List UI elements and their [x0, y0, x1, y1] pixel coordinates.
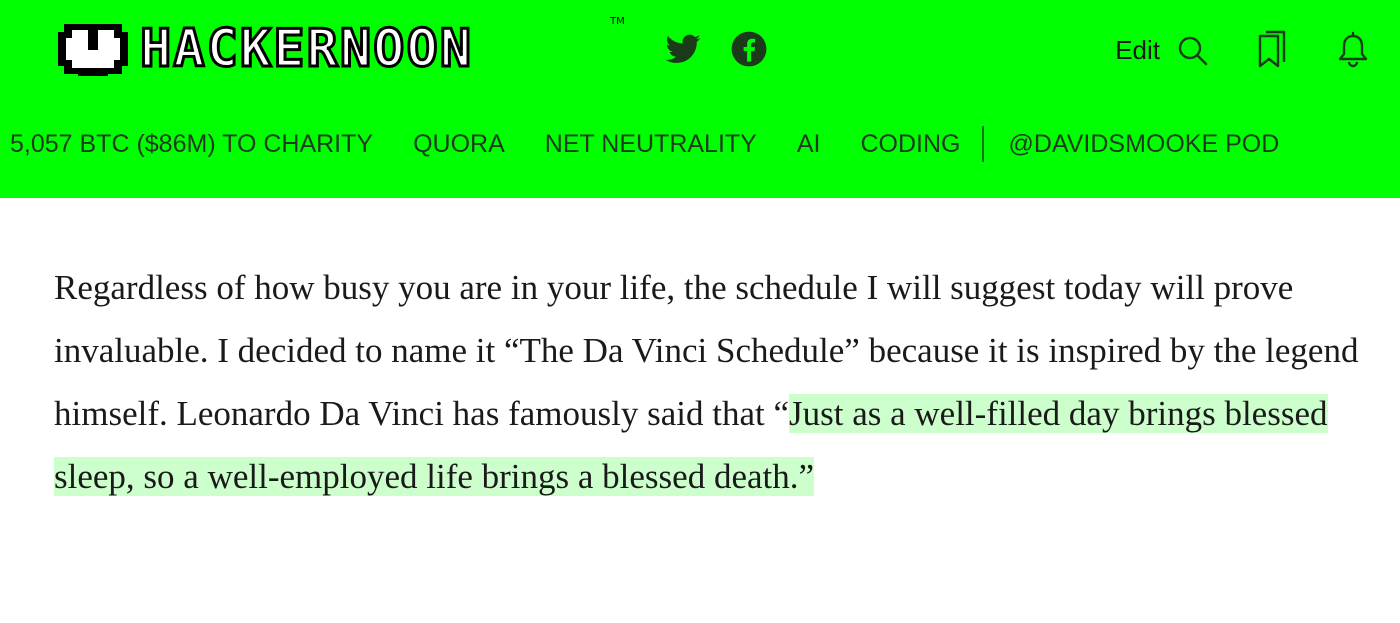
hackernoon-logo-icon: [58, 24, 128, 76]
social-links: [664, 30, 768, 68]
header-actions: Edit: [1115, 28, 1370, 72]
search-icon[interactable]: [1176, 30, 1210, 70]
nav-divider: [982, 126, 985, 162]
facebook-icon: [731, 31, 767, 67]
notifications-bell-icon[interactable]: [1336, 30, 1370, 70]
nav-item-davidsmooke-pod[interactable]: @DAVIDSMOOKE POD: [1008, 130, 1279, 159]
hackernoon-logo[interactable]: HACKERNOON: [56, 14, 473, 84]
nav-item-btc-charity[interactable]: 5,057 BTC ($86M) TO CHARITY: [10, 130, 373, 159]
nav-item-coding[interactable]: CODING: [860, 130, 960, 159]
edit-link[interactable]: Edit: [1115, 35, 1160, 66]
topic-nav: 5,057 BTC ($86M) TO CHARITY QUORA NET NE…: [0, 124, 1319, 164]
nav-item-quora[interactable]: QUORA: [413, 130, 505, 159]
site-header: HACKERNOON TM Edit 5,057 BTC ($86M) TO C…: [0, 0, 1400, 198]
nav-item-net-neutrality[interactable]: NET NEUTRALITY: [545, 130, 757, 159]
article-paragraph: Regardless of how busy you are in your l…: [54, 256, 1394, 508]
trademark-mark: TM: [610, 16, 625, 27]
twitter-link[interactable]: [664, 30, 702, 68]
bookmarks-icon[interactable]: [1256, 30, 1290, 70]
twitter-icon: [665, 34, 701, 63]
facebook-link[interactable]: [730, 30, 768, 68]
brand-name: HACKERNOON: [138, 19, 474, 79]
nav-item-ai[interactable]: AI: [797, 130, 821, 159]
